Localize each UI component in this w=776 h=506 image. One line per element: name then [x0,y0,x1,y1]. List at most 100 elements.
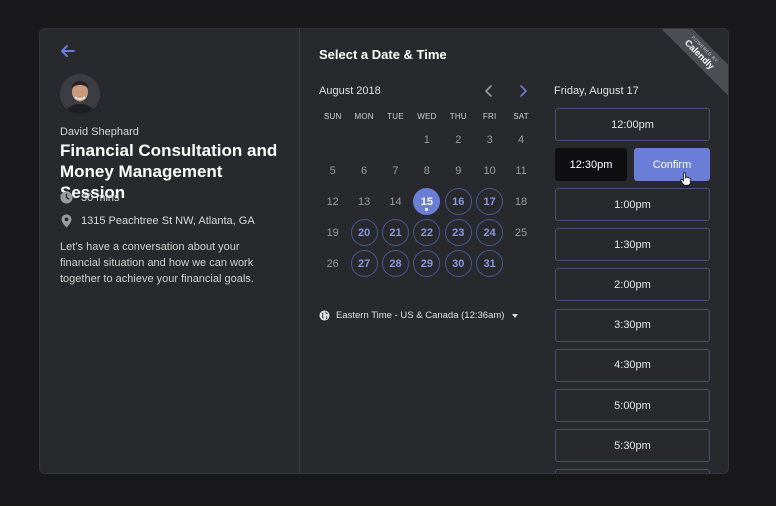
calendar-day: 6 [348,155,379,186]
time-slot-button[interactable]: 1:00pm [555,188,710,221]
confirm-button[interactable]: Confirm [634,148,710,181]
calendar-day-number: 16 [444,188,472,215]
calendar-day: 18 [505,186,536,217]
weekday-label: TUE [387,112,404,121]
calendar-day-number: 7 [392,164,399,177]
calendar-day-available[interactable]: 17 [474,186,505,217]
calendar-day: 25 [505,217,536,248]
calendar-day-number: 17 [476,188,504,215]
duration-text: 30 mins [81,191,120,204]
calendar-day-available[interactable]: 24 [474,217,505,248]
calendar-day-number: 2 [455,133,462,146]
powered-by-badge[interactable]: POWERED BY Calendly [658,29,728,99]
time-slot-button[interactable]: 3:30pm [555,308,710,342]
time-slot-button[interactable]: 2:00pm [555,268,710,302]
weekday-label: THU [449,112,467,121]
calendar-day-selected[interactable]: 15 [411,186,442,217]
calendar-day: 8 [411,155,442,186]
time-slot-button[interactable]: 12:00pm [555,108,710,141]
event-details-pane: David Shephard Financial Consultation an… [40,29,300,473]
event-description: Let’s have a conversation about your fin… [60,241,254,285]
calendar-day-number: 6 [361,164,368,177]
calendar-day-number: 8 [423,164,430,177]
calendar-day-number: 31 [476,250,504,277]
time-slot-button[interactable] [555,469,710,473]
calendar-day-number: 18 [514,195,528,208]
globe-icon [319,310,330,321]
calendar-day: 13 [348,186,379,217]
back-arrow-icon[interactable] [58,41,78,61]
weekday-label: SAT [513,112,529,121]
clock-icon [60,191,73,204]
location-pin-icon [61,214,72,228]
calendar-day-number: 25 [514,226,528,239]
caret-down-icon [512,313,519,318]
calendar-day-number: 5 [329,164,336,177]
calendar-day-available[interactable]: 31 [474,248,505,279]
calendar-day-number: 11 [515,164,527,177]
calendar-day: 19 [317,217,348,248]
calendar-day-number: 4 [517,133,525,146]
calendar-day-number: 23 [444,219,472,246]
calendar-day: 10 [474,155,505,186]
calendar-day: 3 [474,124,505,155]
calendar-day-available[interactable]: 20 [348,217,379,248]
calendar-day-available[interactable]: 16 [443,186,474,217]
calendar-day: 26 [317,248,348,279]
calendar-day: 14 [380,186,411,217]
calendar-day-number: 10 [483,164,496,177]
calendar-day-available[interactable]: 28 [380,248,411,279]
calendar-day-number: 13 [357,195,371,208]
hand-pointer-cursor-icon [680,172,692,186]
calendar-day: 11 [505,155,536,186]
calendar-day-number: 15 [413,188,441,215]
month-label: August 2018 [319,85,381,97]
calendar-day-number: 20 [350,219,378,246]
calendar-day: 9 [443,155,474,186]
calendar-day-number: 3 [486,133,493,146]
timezone-selector[interactable]: Eastern Time - US & Canada (12:36am) [319,310,519,321]
calendar-day-number: 1 [423,133,430,146]
selected-date-heading: Friday, August 17 [554,85,639,97]
timezone-label: Eastern Time - US & Canada (12:36am) [336,310,505,321]
calendar-day-number: 24 [476,219,504,246]
calendar-day-number: 22 [413,219,441,246]
weekday-label: SUN [323,112,342,121]
previous-month-chevron-icon[interactable] [480,82,498,100]
event-location: 1315 Peachtree St NW, Atlanta, GA [60,214,255,228]
weekday-header: SUN MON TUE WED THU FRI SAT [317,112,537,121]
time-slot-button[interactable]: 1:30pm [555,228,710,262]
calendar-day-available[interactable]: 30 [443,248,474,279]
weekday-label: FRI [482,112,497,121]
calendar-day-number: 28 [381,250,409,277]
weekday-label: MON [354,112,374,121]
time-slot-button[interactable]: 5:30pm [555,429,710,463]
calendar-day: 7 [380,155,411,186]
calendar-day: 2 [443,124,474,155]
calendar-day-number: 26 [326,257,339,270]
calendar-day-number: 14 [389,195,402,208]
calendar-day-number: 21 [381,219,409,246]
calendar-day: 1 [411,124,442,155]
calendar-day: 12 [317,186,348,217]
calendar-day-number: 29 [413,250,441,277]
selected-time-slot[interactable]: 12:30pm [555,148,627,181]
calendar-day-available[interactable]: 22 [411,217,442,248]
avatar [60,74,100,114]
calendar-day: 5 [317,155,348,186]
next-month-chevron-icon[interactable] [514,82,532,100]
calendar-day-available[interactable]: 21 [380,217,411,248]
calendar-day: 4 [505,124,536,155]
calendar-day-number: 12 [326,195,339,208]
time-slot-button[interactable]: 4:30pm [555,348,710,382]
weekday-label: WED [417,112,437,121]
calendar-day-number: 19 [326,226,339,239]
calendar-day-available[interactable]: 29 [411,248,442,279]
pane-title: Select a Date & Time [319,47,447,62]
calendar-day-available[interactable]: 23 [443,217,474,248]
host-name: David Shephard [60,126,139,138]
calendar-day-number: 27 [350,250,378,277]
calendar-day-available[interactable]: 27 [348,248,379,279]
calendar-day-number: 9 [455,164,462,177]
time-slot-button[interactable]: 5:00pm [555,389,710,422]
